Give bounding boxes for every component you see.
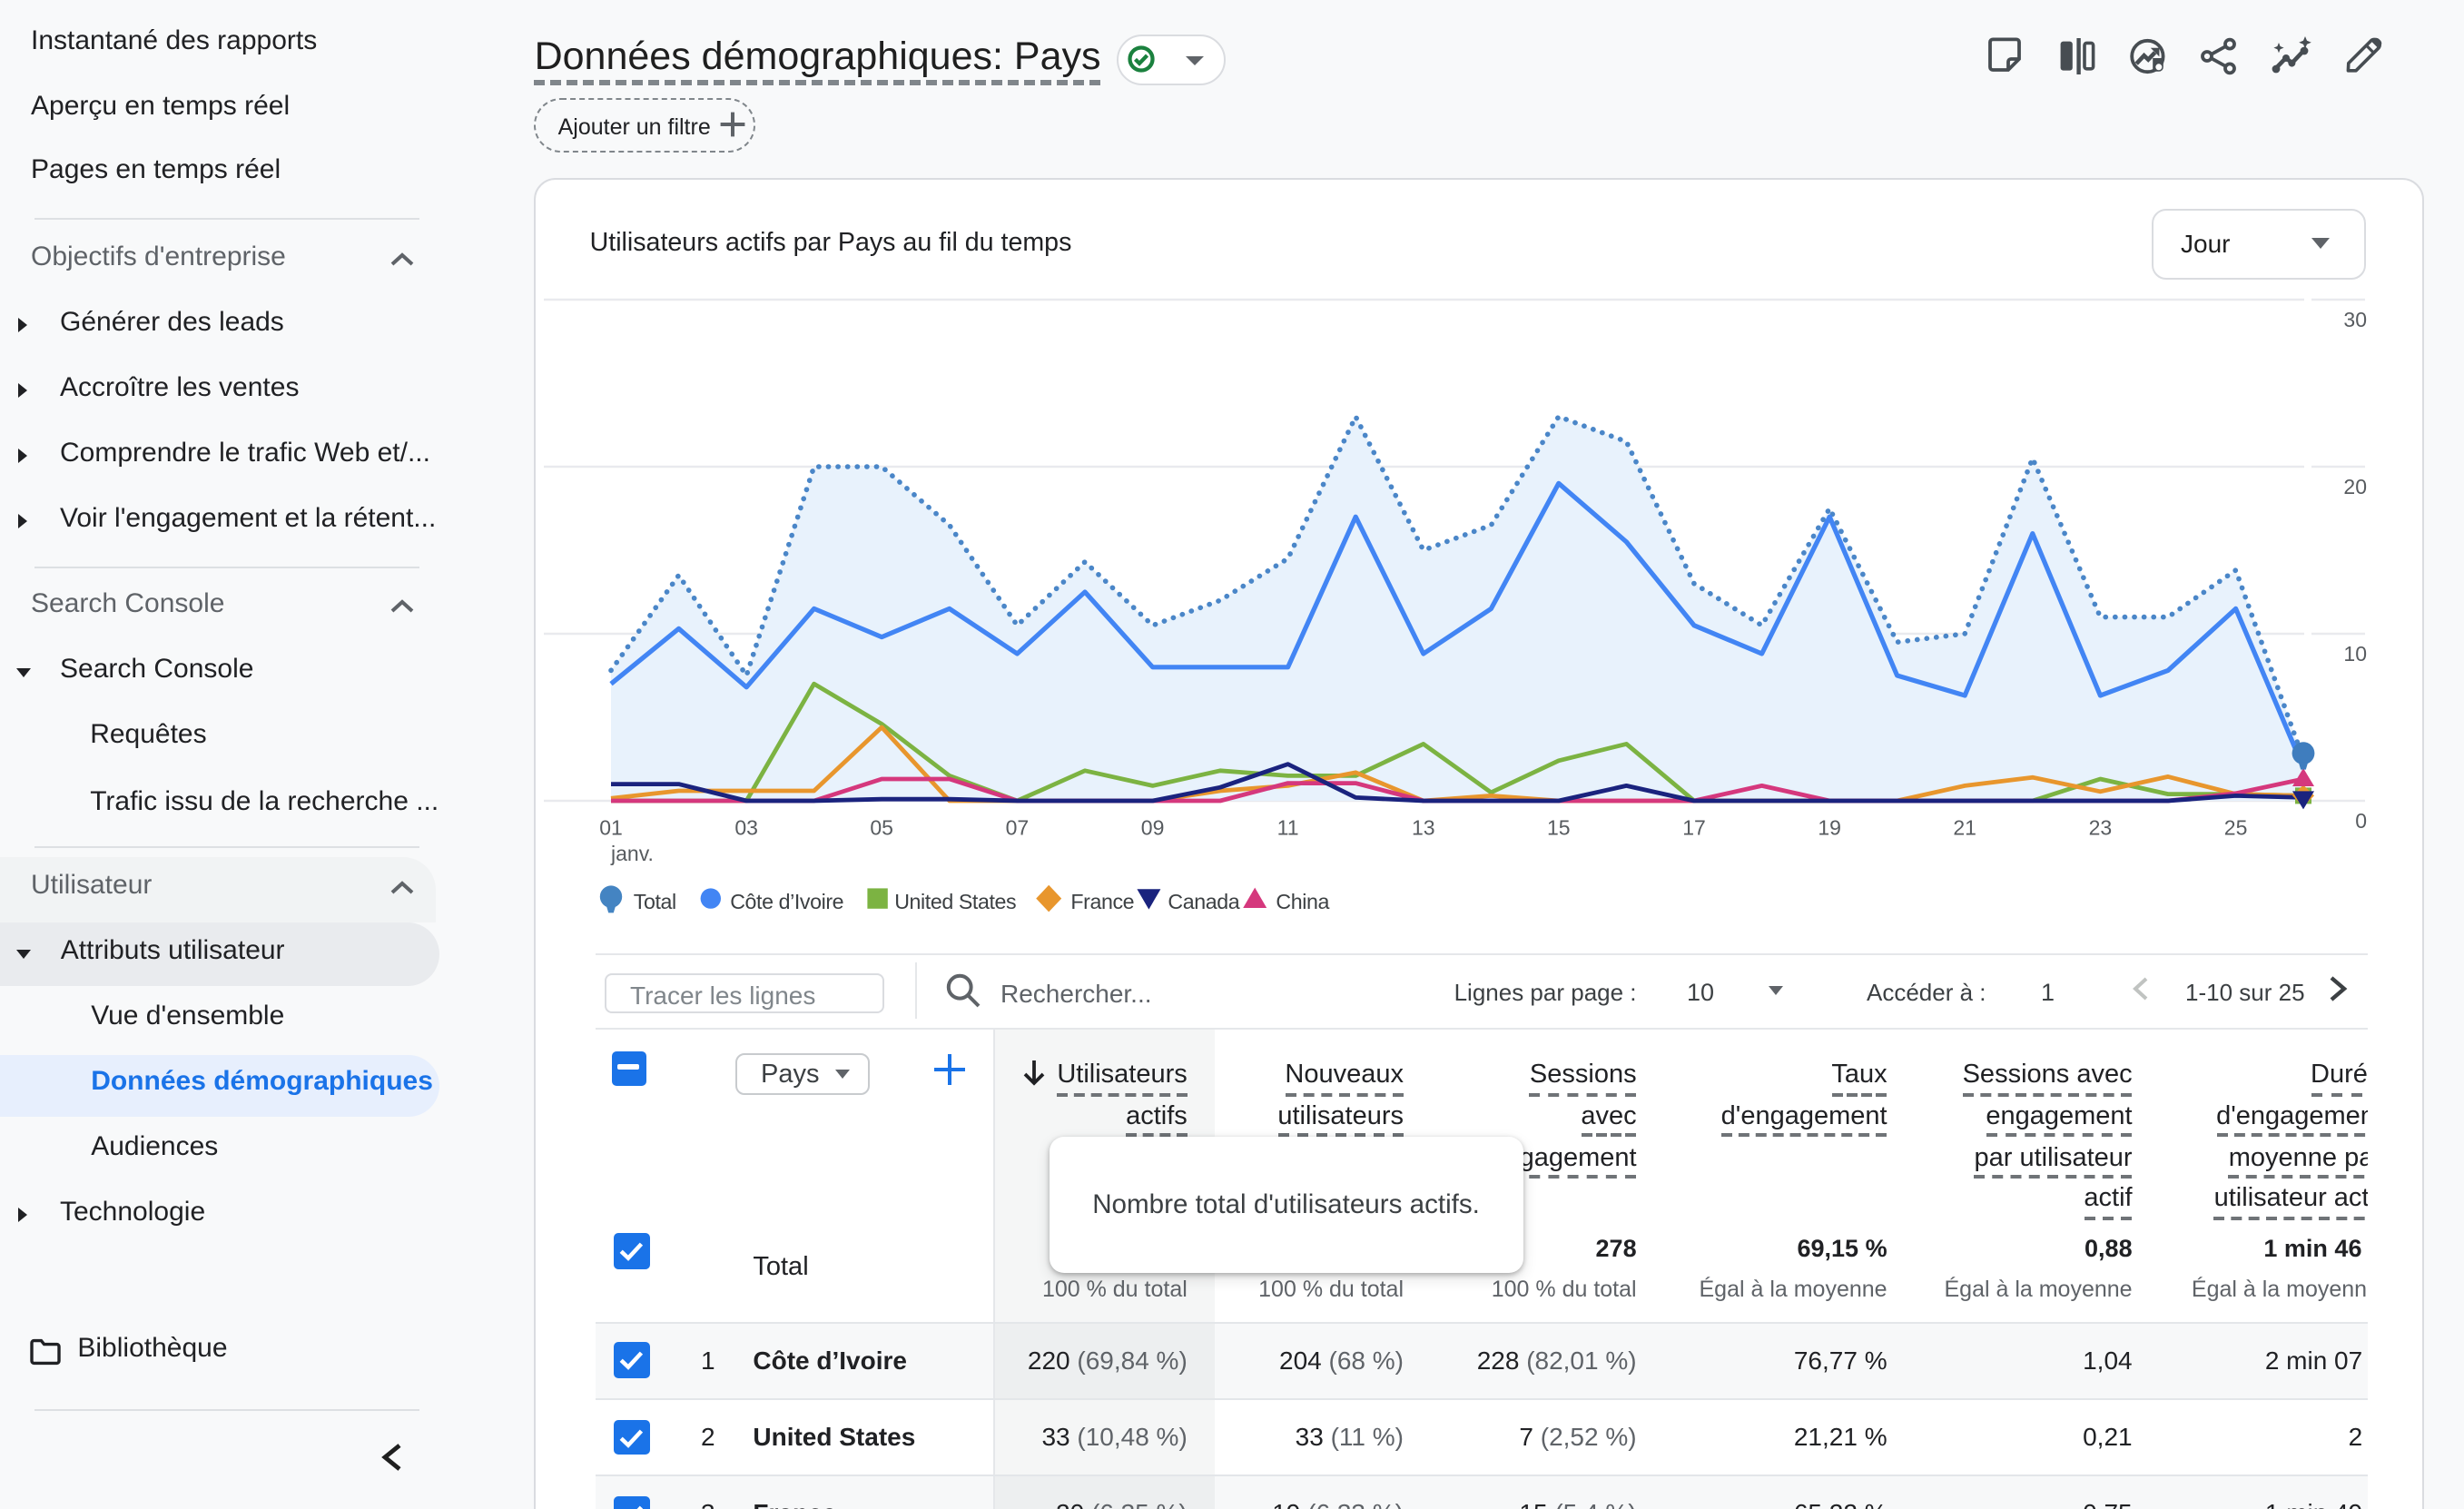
svg-text:Côte d’Ivoire: Côte d’Ivoire (730, 890, 843, 913)
svg-text:France: France (1070, 890, 1134, 913)
svg-text:25: 25 (2224, 816, 2248, 840)
svg-text:janv.: janv. (610, 842, 654, 865)
svg-text:15: 15 (1547, 816, 1571, 840)
svg-text:Canada: Canada (1168, 890, 1239, 913)
svg-text:Total: Total (634, 890, 676, 913)
svg-text:China: China (1276, 890, 1329, 913)
svg-text:17: 17 (1682, 816, 1706, 840)
svg-text:10: 10 (2343, 642, 2367, 666)
svg-text:05: 05 (870, 816, 893, 840)
svg-text:13: 13 (1412, 816, 1435, 840)
svg-text:0: 0 (2355, 809, 2367, 833)
svg-text:United States: United States (894, 890, 1016, 913)
svg-text:23: 23 (2089, 816, 2113, 840)
svg-text:30: 30 (2343, 308, 2367, 331)
svg-text:11: 11 (1277, 816, 1299, 840)
svg-text:01: 01 (599, 816, 623, 840)
svg-text:09: 09 (1141, 816, 1165, 840)
svg-text:03: 03 (734, 816, 758, 840)
svg-text:20: 20 (2343, 475, 2367, 498)
svg-text:19: 19 (1818, 816, 1841, 840)
svg-text:21: 21 (1953, 816, 1976, 840)
svg-text:07: 07 (1006, 816, 1030, 840)
